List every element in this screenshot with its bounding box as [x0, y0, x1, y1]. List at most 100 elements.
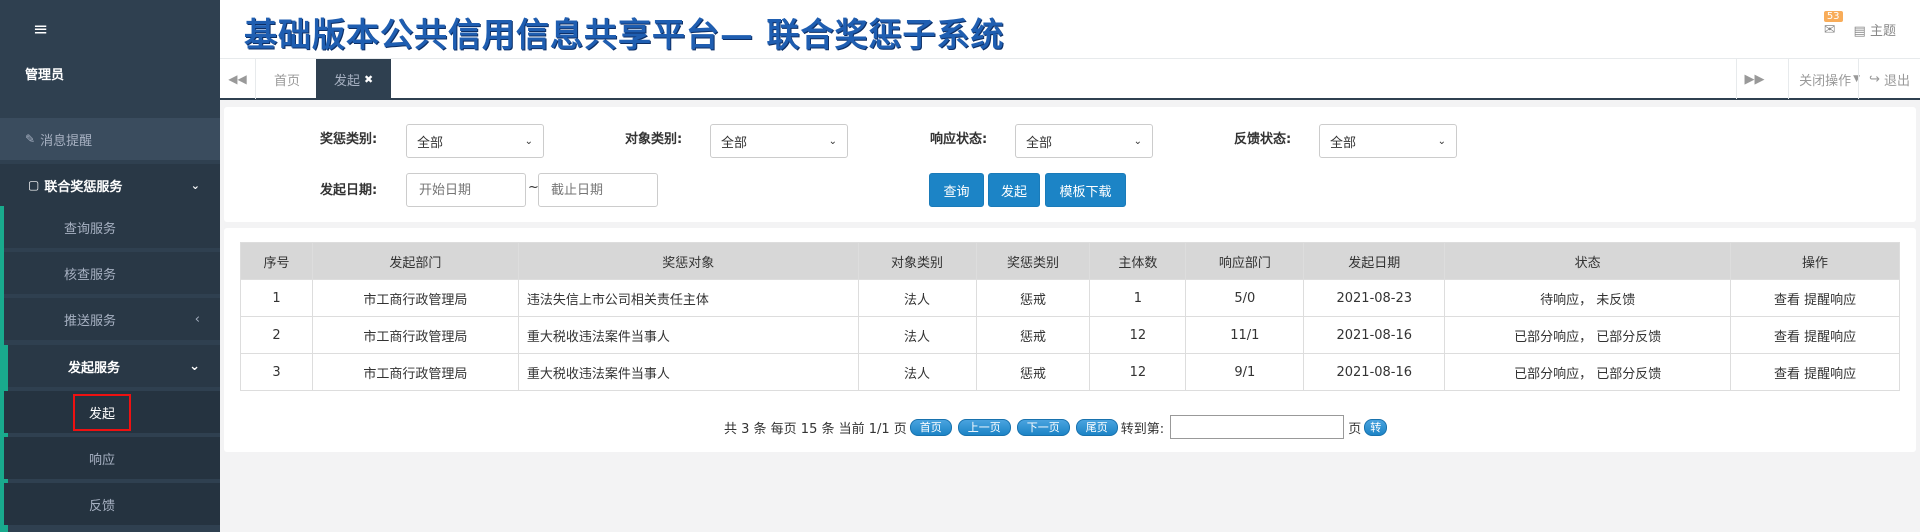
select-value: 全部: [1330, 135, 1357, 151]
sidebar-item-verify[interactable]: 核查服务: [4, 252, 220, 294]
sidebar: ≡ 管理员 ✎ 消息提醒 ▢ 联合奖惩服务 ⌄ 查询服务 核查服务 推送服务 ‹…: [0, 0, 220, 532]
query-button[interactable]: 查询: [929, 173, 984, 207]
close-icon[interactable]: ✖: [364, 73, 373, 86]
sidebar-group-label: 联合奖惩服务: [44, 179, 123, 195]
page-unit-label: 页: [1348, 421, 1362, 437]
initiate-button[interactable]: 发起: [988, 173, 1040, 207]
edit-icon: ✎: [25, 132, 36, 146]
double-right-arrow-icon: ▶▶: [1744, 71, 1765, 87]
sidebar-item-label: 查询服务: [64, 221, 117, 237]
table-cell: 法人: [857, 279, 977, 317]
sidebar-group-joint-reward[interactable]: ▢ 联合奖惩服务 ⌄: [0, 164, 220, 206]
sidebar-item-label: 核查服务: [64, 267, 117, 283]
reward-type-select[interactable]: 全部 ⌄: [406, 124, 544, 158]
theme-button[interactable]: ▤ 主题: [1854, 20, 1896, 39]
table-cell: 3: [240, 353, 313, 391]
prev-page-button[interactable]: 上一页: [957, 418, 1011, 436]
page-title: 基础版本公共信用信息共享平台— 联合奖惩子系统: [244, 15, 1005, 54]
results-table: 序号 发起部门 奖惩对象 对象类别 奖惩类别 主体数 响应部门 发起日期 状态 …: [240, 242, 1900, 391]
menu-toggle-button[interactable]: ≡: [0, 0, 220, 58]
date-label: 发起日期:: [320, 183, 378, 198]
column-header: 操作: [1730, 242, 1900, 280]
column-header: 状态: [1444, 242, 1732, 280]
table-cell: 5/0: [1185, 279, 1305, 317]
row-actions-link[interactable]: 查看 提醒响应: [1730, 316, 1900, 354]
logout-button[interactable]: ↪ 退出: [1857, 59, 1920, 99]
table-cell: 重大税收违法案件当事人: [517, 353, 859, 391]
sidebar-subitem-feedback[interactable]: 反馈: [4, 483, 220, 525]
pagination-summary: 共 3 条 每页 15 条 当前 1/1 页: [724, 421, 907, 437]
chevron-down-icon: ⌄: [524, 135, 533, 147]
theme-label: 主题: [1869, 24, 1896, 39]
table-row: 1 市工商行政管理局 违法失信上市公司相关责任主体 法人 惩戒 1 5/0 20…: [240, 279, 1900, 317]
monitor-icon: ▢: [28, 178, 40, 192]
chevron-down-icon: ⌄: [1133, 135, 1142, 147]
goto-label: 转到第:: [1120, 421, 1165, 437]
goto-page-input[interactable]: [1170, 415, 1345, 439]
start-date-input[interactable]: [406, 173, 526, 207]
table-cell: 12: [1089, 316, 1187, 354]
sidebar-item-label: 推送服务: [64, 313, 117, 329]
sidebar-subitem-initiate[interactable]: 发起: [4, 391, 220, 433]
row-actions-link[interactable]: 查看 提醒响应: [1730, 353, 1900, 391]
table-cell: 1: [1089, 279, 1187, 317]
double-left-arrow-icon: ◀◀: [228, 72, 247, 86]
sidebar-item-query[interactable]: 查询服务: [4, 206, 220, 248]
sidebar-item-initiate-service[interactable]: 发起服务 ⌄: [4, 345, 220, 387]
select-value: 全部: [1026, 135, 1053, 151]
table-cell: 2021-08-23: [1303, 279, 1446, 317]
tab-initiate[interactable]: 发起 ✖: [316, 59, 392, 99]
column-header: 奖惩对象: [517, 242, 859, 280]
table-cell: 11/1: [1185, 316, 1305, 354]
row-actions-link[interactable]: 查看 提醒响应: [1730, 279, 1900, 317]
tab-scroll-right-button[interactable]: ▶▶: [1736, 59, 1772, 99]
table-cell: 1: [240, 279, 313, 317]
filter-panel: 奖惩类别: 全部 ⌄ 对象类别: 全部 ⌄ 响应状态: 全部 ⌄ 反馈状态: 全部 ⌄ …: [224, 107, 1916, 222]
logout-icon: ↪: [1868, 71, 1880, 87]
table-cell: 市工商行政管理局: [311, 279, 519, 317]
target-type-select[interactable]: 全部 ⌄: [710, 124, 848, 158]
column-header: 发起日期: [1303, 242, 1446, 280]
chevron-down-icon: ⌄: [189, 358, 200, 374]
table-cell: 2: [240, 316, 313, 354]
table-header-row: 序号 发起部门 奖惩对象 对象类别 奖惩类别 主体数 响应部门 发起日期 状态 …: [240, 242, 1900, 280]
sidebar-item-messages[interactable]: ✎ 消息提醒: [0, 118, 220, 160]
select-value: 全部: [721, 135, 748, 151]
chevron-down-icon: ⌄: [190, 178, 200, 192]
end-date-input[interactable]: [538, 173, 658, 207]
goto-button[interactable]: 转: [1364, 418, 1388, 436]
table-cell: 待响应， 未反馈: [1444, 279, 1732, 317]
highlight-box: 发起: [72, 393, 131, 431]
sidebar-item-label: 反馈: [88, 498, 115, 514]
logout-label: 退出: [1883, 73, 1910, 89]
last-page-button[interactable]: 尾页: [1075, 418, 1118, 436]
tab-bar: ◀◀ 首页 发起 ✖ ▶▶ 关闭操作 ▼ ↪ 退出: [220, 58, 1920, 100]
tab-home[interactable]: 首页: [256, 59, 318, 99]
mail-button[interactable]: ✉ 53: [1823, 10, 1843, 38]
next-page-button[interactable]: 下一页: [1016, 418, 1070, 436]
table-cell: 2021-08-16: [1303, 353, 1446, 391]
table-cell: 重大税收违法案件当事人: [517, 316, 859, 354]
table-row: 2 市工商行政管理局 重大税收违法案件当事人 法人 惩戒 12 11/1 202…: [240, 316, 1900, 354]
response-status-select[interactable]: 全部 ⌄: [1015, 124, 1153, 158]
column-header: 奖惩类别: [975, 242, 1091, 280]
hamburger-icon: ≡: [33, 18, 49, 40]
user-name: 管理员: [25, 68, 65, 83]
table-cell: 惩戒: [975, 316, 1091, 354]
sidebar-subitem-respond[interactable]: 响应: [4, 437, 220, 479]
feedback-status-select[interactable]: 全部 ⌄: [1319, 124, 1457, 158]
table-cell: 已部分响应， 已部分反馈: [1444, 353, 1732, 391]
column-header: 对象类别: [857, 242, 977, 280]
select-value: 全部: [417, 135, 444, 151]
column-header: 主体数: [1089, 242, 1187, 280]
close-operations-label: 关闭操作: [1799, 73, 1852, 89]
first-page-button[interactable]: 首页: [909, 418, 952, 436]
reward-type-label: 奖惩类别:: [320, 132, 378, 147]
template-download-button[interactable]: 模板下载: [1045, 173, 1126, 207]
tab-scroll-left-button[interactable]: ◀◀: [220, 59, 256, 99]
column-header: 发起部门: [311, 242, 519, 280]
tab-label: 首页: [274, 73, 301, 89]
theme-icon: ▤: [1853, 24, 1866, 39]
sidebar-item-push[interactable]: 推送服务 ‹: [4, 298, 220, 340]
table-cell: 市工商行政管理局: [311, 353, 519, 391]
